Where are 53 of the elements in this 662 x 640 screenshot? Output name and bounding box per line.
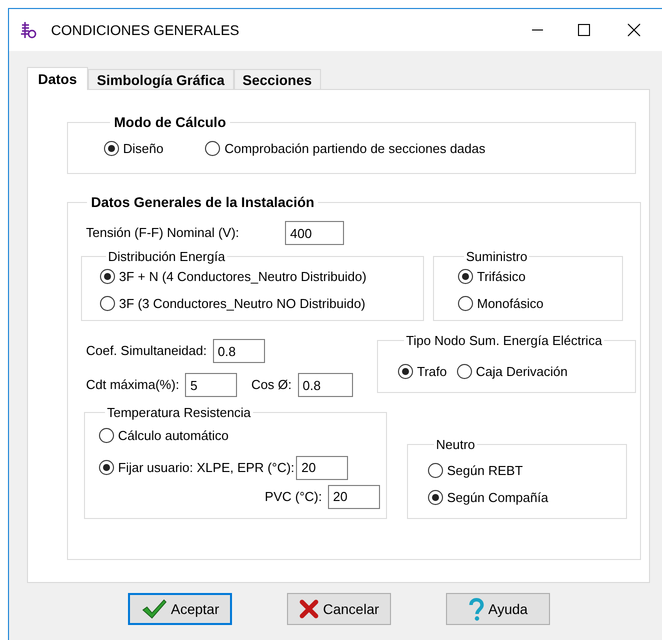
- radio-button[interactable]: Fijar usuario: XLPE, EPR (°C):: [99, 458, 294, 478]
- group-label: Temperatura Resistencia: [106, 404, 252, 422]
- dialog-button[interactable]: Ayuda: [446, 593, 550, 625]
- radio-button[interactable]: Comprobación partiendo de secciones dadas: [205, 139, 486, 158]
- radio-indicator[interactable]: [104, 141, 119, 156]
- dialog-button[interactable]: Aceptar: [128, 593, 232, 625]
- field-label: Tensión (F-F) Nominal (V):: [86, 224, 240, 242]
- radio-button[interactable]: Según Compañía: [428, 488, 626, 508]
- group-label: Suministro: [465, 248, 528, 266]
- radio-indicator[interactable]: [458, 296, 473, 312]
- radio-button[interactable]: Caja Derivación: [456, 362, 568, 381]
- app-icon: [19, 21, 37, 39]
- radio-button[interactable]: Según REBT: [428, 460, 626, 480]
- radio-indicator[interactable]: [99, 428, 114, 443]
- radio-indicator[interactable]: [100, 296, 115, 312]
- radio-indicator[interactable]: [428, 490, 443, 506]
- radio-indicator[interactable]: [99, 460, 114, 475]
- field-label: PVC (°C):: [264, 488, 322, 506]
- radio-button[interactable]: Diseño: [104, 139, 164, 158]
- input-field[interactable]: 0.8: [298, 373, 353, 397]
- input-field[interactable]: 0.8: [212, 339, 265, 363]
- radio-button[interactable]: Monofásico: [458, 294, 622, 314]
- input-field[interactable]: 20: [296, 456, 348, 480]
- radio-button[interactable]: 3F (3 Conductores_Neutro NO Distribuido): [100, 294, 423, 314]
- input-field[interactable]: 400: [285, 221, 344, 245]
- tab[interactable]: Datos: [27, 67, 88, 90]
- dialog-button[interactable]: Cancelar: [287, 593, 391, 625]
- group-label: Tipo Nodo Sum. Energía Eléctrica: [405, 332, 604, 350]
- tab[interactable]: Simbología Gráfica: [88, 69, 234, 89]
- question-mark-icon: [468, 597, 484, 621]
- radio-indicator[interactable]: [100, 268, 115, 284]
- window-title: CONDICIONES GENERALES: [51, 20, 240, 40]
- radio-indicator[interactable]: [205, 141, 220, 156]
- field-label: Coef. Simultaneidad:: [86, 342, 207, 360]
- group-label: Distribución Energía: [107, 248, 226, 266]
- field-label: Cdt máxima(%):: [86, 376, 180, 394]
- input-field[interactable]: 5: [185, 373, 238, 397]
- tab[interactable]: Secciones: [234, 69, 321, 89]
- radio-indicator[interactable]: [456, 364, 472, 379]
- radio-button[interactable]: Trifásico: [458, 266, 622, 286]
- checkmark-icon: [140, 598, 167, 620]
- group-label: Modo de Cálculo: [113, 113, 227, 132]
- radio-indicator[interactable]: [398, 364, 413, 379]
- input-field[interactable]: 20: [328, 484, 380, 508]
- field-label: Cos Ø:: [251, 376, 292, 394]
- radio-indicator[interactable]: [458, 268, 473, 284]
- radio-button[interactable]: Trafo: [398, 362, 447, 381]
- radio-button[interactable]: Cálculo automático: [99, 426, 229, 446]
- group-label: Datos Generales de la Instalación: [90, 193, 316, 212]
- group-label: Neutro: [435, 436, 476, 454]
- radio-button[interactable]: 3F + N (4 Conductores_Neutro Distribuido): [100, 266, 423, 286]
- cross-icon: [298, 599, 319, 619]
- radio-indicator[interactable]: [428, 462, 443, 478]
